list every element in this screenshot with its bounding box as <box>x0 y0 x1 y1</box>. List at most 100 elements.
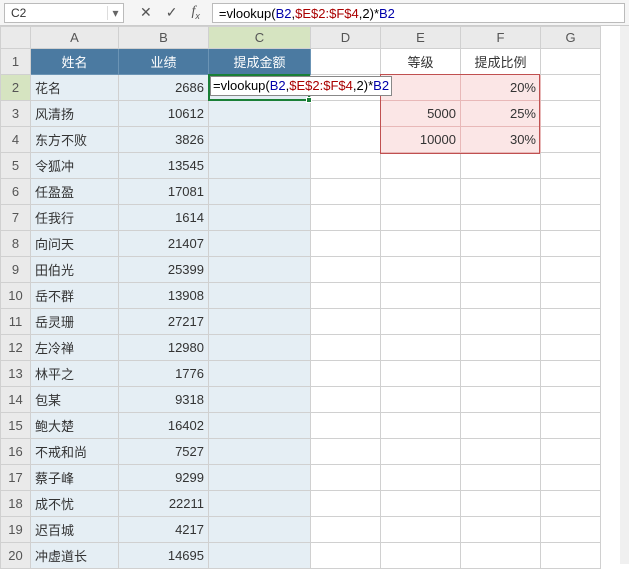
col-header-G[interactable]: G <box>541 27 601 49</box>
cell[interactable]: 冲虚道长 <box>31 543 119 569</box>
cell[interactable]: 5000 <box>381 101 461 127</box>
cell[interactable] <box>541 257 601 283</box>
cell[interactable] <box>461 205 541 231</box>
cell[interactable] <box>541 231 601 257</box>
cell[interactable] <box>461 413 541 439</box>
cell[interactable] <box>209 387 311 413</box>
cell[interactable] <box>541 179 601 205</box>
vertical-scrollbar[interactable] <box>620 26 629 564</box>
cancel-icon[interactable]: ✕ <box>140 4 152 21</box>
col-header-B[interactable]: B <box>119 27 209 49</box>
cell[interactable]: 17081 <box>119 179 209 205</box>
name-box-dropdown-icon[interactable]: ▾ <box>107 6 123 20</box>
cell[interactable] <box>461 179 541 205</box>
cell[interactable] <box>381 465 461 491</box>
cell[interactable] <box>209 283 311 309</box>
row-header[interactable]: 1 <box>1 49 31 75</box>
row-header[interactable]: 16 <box>1 439 31 465</box>
cell[interactable]: 田伯光 <box>31 257 119 283</box>
cell[interactable]: 10000 <box>381 127 461 153</box>
cell[interactable] <box>311 231 381 257</box>
cell[interactable] <box>461 387 541 413</box>
cell[interactable]: 25% <box>461 101 541 127</box>
cell[interactable] <box>461 257 541 283</box>
cell[interactable] <box>381 439 461 465</box>
cell[interactable] <box>209 153 311 179</box>
cell[interactable] <box>381 413 461 439</box>
spreadsheet-grid[interactable]: A B C D E F G 1 姓名 业绩 提成金额 等级 提成比例 2 花名 … <box>0 26 629 569</box>
cell[interactable] <box>381 309 461 335</box>
cell[interactable] <box>311 205 381 231</box>
col-header-D[interactable]: D <box>311 27 381 49</box>
cell[interactable] <box>311 127 381 153</box>
cell[interactable]: 东方不败 <box>31 127 119 153</box>
cell[interactable] <box>381 231 461 257</box>
cell[interactable]: 蔡子峰 <box>31 465 119 491</box>
cell[interactable]: 迟百城 <box>31 517 119 543</box>
row-header[interactable]: 7 <box>1 205 31 231</box>
cell[interactable] <box>209 179 311 205</box>
row-header[interactable]: 17 <box>1 465 31 491</box>
cell[interactable] <box>311 101 381 127</box>
cell[interactable] <box>461 153 541 179</box>
fill-handle[interactable] <box>306 97 312 103</box>
cell[interactable] <box>311 335 381 361</box>
cell[interactable]: 提成金额 <box>209 49 311 75</box>
cell[interactable] <box>541 205 601 231</box>
cell[interactable] <box>541 387 601 413</box>
row-header[interactable]: 10 <box>1 283 31 309</box>
cell[interactable] <box>381 283 461 309</box>
cell[interactable] <box>381 543 461 569</box>
cell[interactable] <box>209 361 311 387</box>
cell[interactable]: 姓名 <box>31 49 119 75</box>
cell[interactable] <box>209 517 311 543</box>
cell[interactable]: 不戒和尚 <box>31 439 119 465</box>
name-box[interactable]: C2 ▾ <box>4 3 124 23</box>
cell[interactable] <box>209 413 311 439</box>
row-header[interactable]: 5 <box>1 153 31 179</box>
cell[interactable]: 岳灵珊 <box>31 309 119 335</box>
cell[interactable]: 9318 <box>119 387 209 413</box>
cell[interactable] <box>541 49 601 75</box>
cell[interactable]: 30% <box>461 127 541 153</box>
col-header-E[interactable]: E <box>381 27 461 49</box>
row-header[interactable]: 15 <box>1 413 31 439</box>
row-header[interactable]: 18 <box>1 491 31 517</box>
cell[interactable]: 13908 <box>119 283 209 309</box>
cell[interactable] <box>209 491 311 517</box>
cell[interactable]: 21407 <box>119 231 209 257</box>
cell[interactable] <box>541 465 601 491</box>
cell[interactable] <box>381 179 461 205</box>
cell[interactable] <box>381 517 461 543</box>
cell[interactable]: 左冷禅 <box>31 335 119 361</box>
row-header[interactable]: 9 <box>1 257 31 283</box>
cell[interactable] <box>541 309 601 335</box>
cell[interactable] <box>541 491 601 517</box>
cell[interactable]: 林平之 <box>31 361 119 387</box>
cell[interactable] <box>381 387 461 413</box>
cell[interactable]: 12980 <box>119 335 209 361</box>
cell[interactable]: 任盈盈 <box>31 179 119 205</box>
row-header[interactable]: 19 <box>1 517 31 543</box>
cell[interactable] <box>209 257 311 283</box>
cell[interactable]: 提成比例 <box>461 49 541 75</box>
cell[interactable] <box>541 75 601 101</box>
cell[interactable] <box>461 543 541 569</box>
fx-icon[interactable]: fx <box>191 4 199 21</box>
row-header[interactable]: 20 <box>1 543 31 569</box>
row-header[interactable]: 13 <box>1 361 31 387</box>
cell[interactable]: 任我行 <box>31 205 119 231</box>
cell-inline-editor[interactable]: =vlookup(B2,$E$2:$F$4,2)*B2 <box>210 76 392 96</box>
col-header-F[interactable]: F <box>461 27 541 49</box>
cell[interactable]: 1776 <box>119 361 209 387</box>
col-header-C[interactable]: C <box>209 27 311 49</box>
cell[interactable] <box>461 361 541 387</box>
cell[interactable] <box>541 153 601 179</box>
row-header[interactable]: 11 <box>1 309 31 335</box>
cell[interactable]: 22211 <box>119 491 209 517</box>
cell[interactable]: 16402 <box>119 413 209 439</box>
cell[interactable] <box>209 205 311 231</box>
cell[interactable]: 13545 <box>119 153 209 179</box>
cell[interactable] <box>311 439 381 465</box>
cell[interactable] <box>311 179 381 205</box>
